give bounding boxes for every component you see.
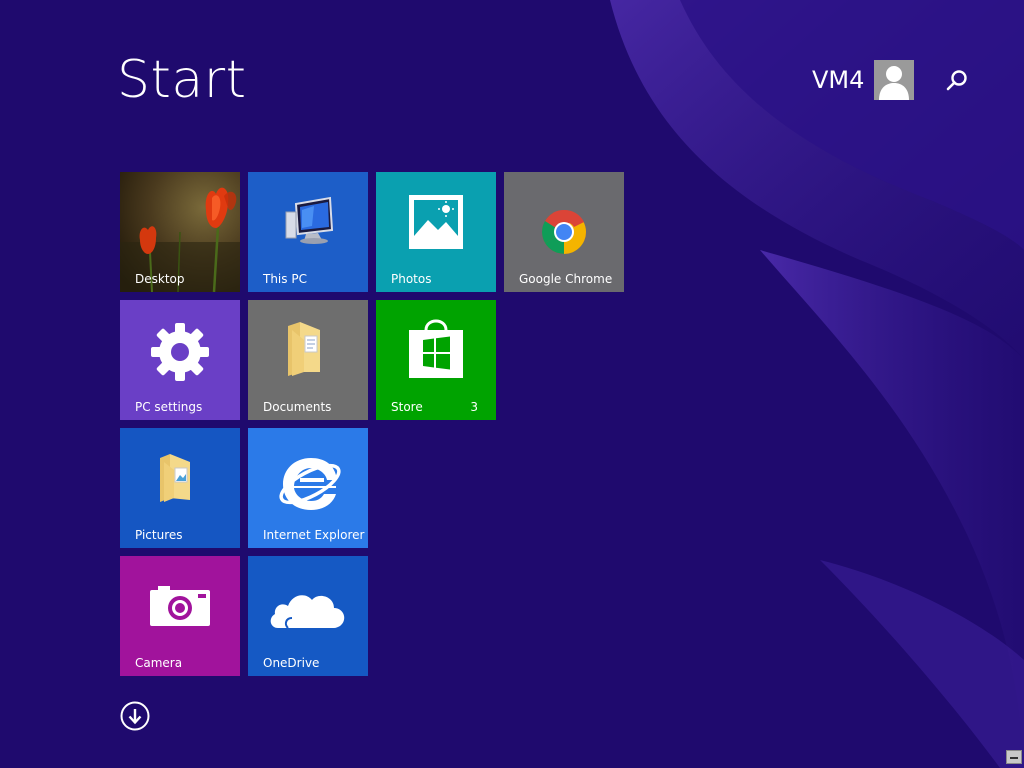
tile-label: Internet Explorer [263, 528, 365, 542]
tile-pictures[interactable]: Pictures [120, 428, 240, 548]
tile-label: Google Chrome [519, 272, 613, 286]
tile-store[interactable]: Store 3 [376, 300, 496, 420]
tile-this-pc[interactable]: This PC [248, 172, 368, 292]
zoom-toggle-button[interactable] [1006, 750, 1022, 764]
tile-photos[interactable]: Photos [376, 172, 496, 292]
tile-documents[interactable]: Documents [248, 300, 368, 420]
user-name[interactable]: VM4 [812, 60, 864, 100]
tile-onedrive[interactable]: OneDrive [248, 556, 368, 676]
tile-desktop[interactable]: Desktop [120, 172, 240, 292]
tile-internet-explorer[interactable]: Internet Explorer [248, 428, 368, 548]
tile-label: Photos [391, 272, 432, 286]
tile-camera[interactable]: Camera [120, 556, 240, 676]
tile-label: Documents [263, 400, 332, 414]
search-icon[interactable] [944, 68, 970, 94]
tile-label: PC settings [135, 400, 203, 414]
store-update-badge: 3 [470, 400, 478, 414]
down-arrow-circle-icon[interactable] [120, 701, 150, 731]
tile-label: Desktop [135, 272, 185, 286]
tile-pc-settings[interactable]: PC settings [120, 300, 240, 420]
tile-google-chrome[interactable]: Google Chrome [504, 172, 624, 292]
tile-label: This PC [263, 272, 307, 286]
start-title: Start [117, 50, 247, 110]
tile-label: Camera [135, 656, 183, 670]
tile-label: Store [391, 400, 423, 414]
tile-label: OneDrive [263, 656, 320, 670]
user-account[interactable]: VM4 [812, 60, 915, 100]
user-avatar-icon[interactable] [874, 60, 915, 100]
tile-label: Pictures [135, 528, 183, 542]
